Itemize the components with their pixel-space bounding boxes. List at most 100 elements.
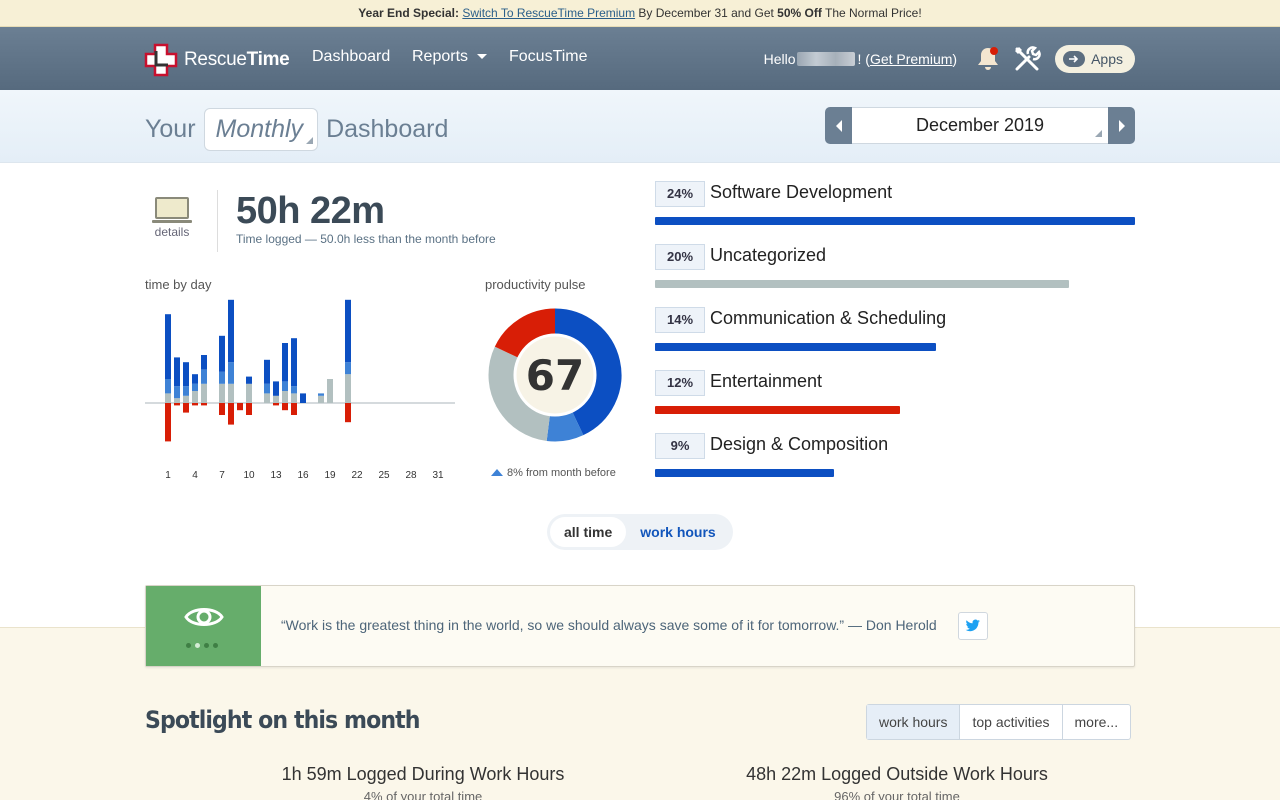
day-bar-neutral bbox=[174, 398, 180, 403]
work-hours-stat-value: 1h 59m Logged During Work Hours bbox=[281, 764, 565, 784]
chevron-down-icon bbox=[477, 53, 488, 59]
twitter-share-button[interactable] bbox=[958, 612, 988, 640]
month-select[interactable]: December 2019 bbox=[852, 107, 1108, 144]
time-by-day-label: time by day bbox=[145, 277, 212, 292]
details-link[interactable]: details bbox=[145, 197, 199, 239]
day-bar-neutral bbox=[192, 391, 198, 403]
promo-banner: Year End Special: Switch To RescueTime P… bbox=[0, 0, 1280, 27]
day-bar-productive bbox=[318, 393, 324, 396]
pager-dot[interactable] bbox=[213, 643, 218, 648]
range-select[interactable]: Monthly bbox=[203, 108, 319, 151]
category-percent: 12% bbox=[655, 370, 705, 396]
category-name[interactable]: Communication & Scheduling bbox=[710, 308, 946, 329]
category-row[interactable]: 12% Entertainment bbox=[655, 370, 1135, 420]
category-name[interactable]: Software Development bbox=[710, 182, 892, 203]
nav-reports[interactable]: Reports bbox=[412, 27, 488, 87]
promo-discount: 50% Off bbox=[777, 6, 822, 20]
promo-premium-link[interactable]: Switch To RescueTime Premium bbox=[462, 6, 635, 20]
next-month-button[interactable] bbox=[1108, 107, 1135, 144]
pager-dot[interactable] bbox=[204, 643, 209, 648]
day-bar-neutral bbox=[318, 395, 324, 403]
day-bar-productive bbox=[192, 383, 198, 391]
day-bar-neutral bbox=[228, 383, 234, 403]
day-bar-very-productive bbox=[192, 374, 198, 384]
category-bar bbox=[655, 217, 1135, 225]
pulse-slice-productive bbox=[546, 410, 584, 442]
day-bar-distracting bbox=[282, 403, 288, 411]
quote-pager[interactable] bbox=[186, 643, 218, 648]
cloud-download-icon bbox=[1063, 50, 1086, 67]
day-bar-very-productive bbox=[246, 376, 252, 384]
pager-dot[interactable] bbox=[195, 643, 200, 648]
day-tick-label: 19 bbox=[324, 470, 336, 481]
tab-work-hours[interactable]: work hours bbox=[867, 705, 961, 739]
select-corner-icon bbox=[1095, 130, 1102, 137]
productivity-pulse-label: productivity pulse bbox=[485, 277, 586, 292]
day-bar-very-productive bbox=[345, 299, 351, 363]
total-time: 50h 22m bbox=[236, 190, 385, 232]
promo-tail: The Normal Price! bbox=[824, 6, 922, 20]
promo-lead: Year End Special: bbox=[358, 6, 460, 20]
tab-more[interactable]: more... bbox=[1063, 705, 1131, 739]
day-bar-productive bbox=[291, 386, 297, 394]
productivity-pulse-chart[interactable]: 67 bbox=[485, 305, 625, 445]
day-bar-very-productive bbox=[183, 362, 189, 387]
day-bar-neutral bbox=[264, 393, 270, 403]
category-name[interactable]: Uncategorized bbox=[710, 245, 826, 266]
nav-reports-label: Reports bbox=[412, 48, 469, 65]
range-select-value: Monthly bbox=[215, 115, 304, 143]
day-bar-very-productive bbox=[174, 357, 180, 387]
category-bar bbox=[655, 406, 900, 414]
day-tick-label: 25 bbox=[378, 470, 390, 481]
day-tick-label: 22 bbox=[351, 470, 363, 481]
time-by-day-chart[interactable]: 1 4 7 10 13 16 19 22 25 28 31 bbox=[145, 296, 457, 482]
category-name[interactable]: Entertainment bbox=[710, 371, 822, 392]
all-time-option[interactable]: all time bbox=[550, 517, 627, 547]
prev-month-button[interactable] bbox=[825, 107, 852, 144]
rescuetime-logo[interactable]: RescueTime bbox=[144, 43, 290, 77]
day-bar-distracting bbox=[174, 403, 180, 406]
day-tick-label: 7 bbox=[219, 470, 225, 481]
category-percent: 20% bbox=[655, 244, 705, 270]
bell-icon[interactable] bbox=[975, 45, 1001, 73]
work-hours-option[interactable]: work hours bbox=[626, 517, 729, 547]
day-bar-very-productive bbox=[201, 355, 207, 370]
category-row[interactable]: 9% Design & Composition bbox=[655, 433, 1135, 483]
day-bar-neutral bbox=[219, 383, 225, 403]
category-row[interactable]: 24% Software Development bbox=[655, 181, 1135, 231]
pager-dot[interactable] bbox=[186, 643, 191, 648]
tab-top-activities[interactable]: top activities bbox=[960, 705, 1063, 739]
category-row[interactable]: 20% Uncategorized bbox=[655, 244, 1135, 294]
apps-button[interactable]: Apps bbox=[1055, 44, 1135, 73]
category-bar bbox=[655, 469, 834, 477]
date-picker: December 2019 bbox=[825, 107, 1135, 144]
select-corner-icon bbox=[306, 137, 314, 144]
nav-dashboard[interactable]: Dashboard bbox=[312, 27, 390, 87]
day-tick-label: 1 bbox=[165, 470, 171, 481]
logo-text-light: Rescue bbox=[184, 49, 247, 70]
day-bar-neutral bbox=[291, 393, 297, 403]
get-premium-link[interactable]: Get Premium bbox=[870, 51, 952, 67]
day-bar-productive bbox=[219, 371, 225, 384]
chevron-right-icon bbox=[1118, 119, 1125, 132]
outside-work-hours-stat-value: 48h 22m Logged Outside Work Hours bbox=[746, 764, 1048, 784]
day-bar-very-productive bbox=[219, 335, 225, 372]
logo-cross-icon bbox=[144, 43, 178, 77]
username-redacted bbox=[797, 51, 856, 66]
header-your: Your bbox=[145, 115, 196, 143]
category-name[interactable]: Design & Composition bbox=[710, 434, 888, 455]
day-bar-productive bbox=[228, 362, 234, 384]
tools-icon[interactable] bbox=[1013, 45, 1041, 73]
day-tick-label: 4 bbox=[192, 470, 198, 481]
outside-work-hours-stat-share: 96% of your total time bbox=[834, 789, 960, 800]
day-bar-neutral bbox=[345, 374, 351, 403]
pulse-change-text: 8% from month before bbox=[507, 467, 616, 479]
category-row[interactable]: 14% Communication & Scheduling bbox=[655, 307, 1135, 357]
pulse-change: 8% from month before bbox=[491, 467, 616, 479]
day-bar-very-productive bbox=[228, 299, 234, 363]
twitter-icon bbox=[965, 619, 980, 632]
nav-focustime[interactable]: FocusTime bbox=[509, 27, 588, 87]
time-range-toggle: all time work hours bbox=[547, 514, 733, 550]
quote-side-panel bbox=[146, 586, 261, 666]
day-bar-very-productive bbox=[165, 314, 171, 379]
